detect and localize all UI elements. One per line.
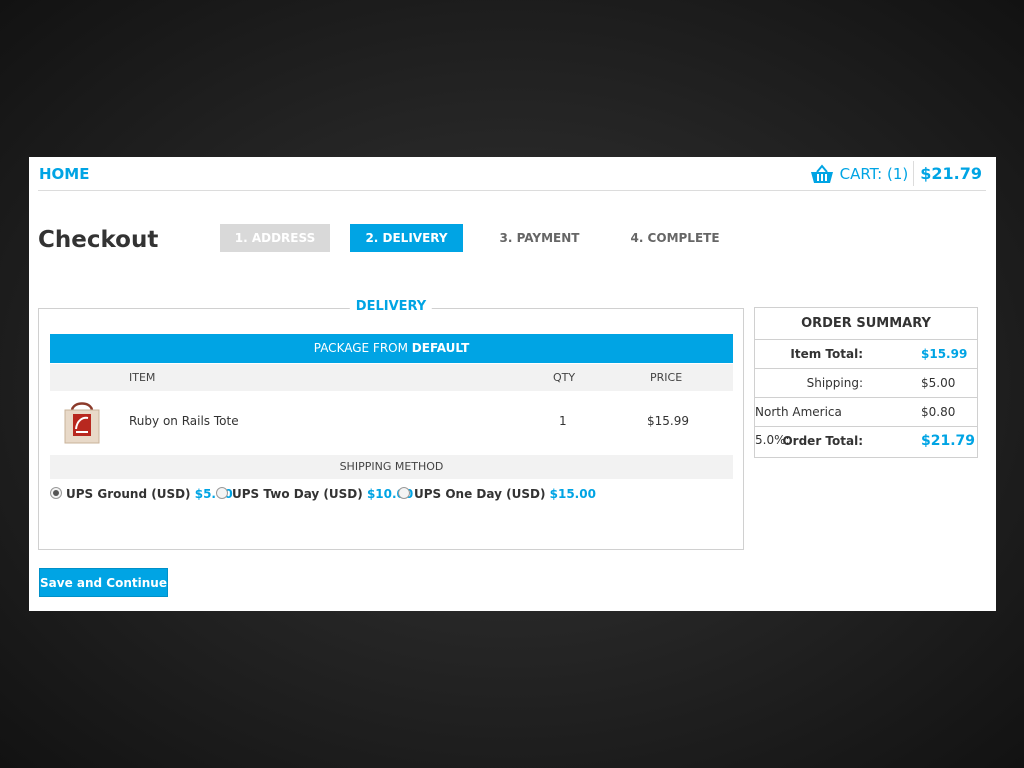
checkout-page: HOME CART: (1) $21.79 Checkout 1. ADDRES…: [29, 157, 996, 611]
cart-divider: [913, 161, 915, 186]
cart-summary-link[interactable]: CART: (1) $21.79: [810, 157, 986, 190]
column-qty: QTY: [553, 371, 576, 384]
column-item: ITEM: [129, 371, 156, 384]
shipping-method-header: SHIPPING METHOD: [50, 455, 733, 479]
item-qty: 1: [559, 414, 567, 428]
rails-tote-bag-icon: [60, 399, 104, 445]
item-name: Ruby on Rails Tote: [129, 414, 239, 428]
radio-ups-ground[interactable]: [50, 487, 62, 499]
table-row: Ruby on Rails Tote 1 $15.99: [50, 391, 733, 453]
step-complete: 4. COMPLETE: [630, 231, 720, 245]
shipping-option-price: $15.00: [549, 487, 596, 501]
step-payment: 3. PAYMENT: [499, 231, 580, 245]
package-prefix: PACKAGE FROM: [313, 341, 412, 355]
summary-value: $21.79: [921, 433, 976, 449]
step-delivery: 2. DELIVERY: [350, 224, 463, 252]
radio-ups-one-day[interactable]: [398, 487, 410, 499]
page-title: Checkout: [38, 227, 159, 253]
order-summary-title: ORDER SUMMARY: [755, 308, 977, 340]
basket-icon: [810, 163, 834, 184]
summary-row-order-total: Order Total: $21.79: [755, 427, 977, 455]
step-address[interactable]: 1. ADDRESS: [220, 224, 330, 252]
shipping-options: UPS Ground (USD) $5.00 UPS Two Day (USD)…: [50, 485, 733, 505]
summary-label: Item Total:: [790, 347, 863, 361]
save-and-continue-button[interactable]: Save and Continue: [39, 568, 168, 597]
summary-value: $15.99: [921, 347, 968, 361]
home-link[interactable]: HOME: [39, 165, 89, 183]
summary-row-tax: North America 5.0%: $0.80: [755, 398, 977, 447]
summary-value: $5.00: [921, 376, 956, 390]
shipping-option-ups-one-day[interactable]: UPS One Day (USD) $15.00: [398, 487, 596, 501]
shipping-option-label: UPS One Day (USD): [414, 487, 546, 501]
column-price: PRICE: [650, 371, 683, 384]
summary-row-item-total: Item Total: $15.99: [755, 340, 977, 369]
cart-total-amount[interactable]: $21.79: [920, 164, 986, 183]
summary-row-shipping: Shipping: $5.00: [755, 369, 977, 398]
top-navigation-bar: HOME CART: (1) $21.79: [38, 157, 986, 191]
items-table-header: ITEM QTY PRICE: [50, 364, 733, 391]
delivery-legend: DELIVERY: [349, 299, 433, 314]
order-summary: ORDER SUMMARY Item Total: $15.99 Shippin…: [754, 307, 978, 458]
shipping-option-label: UPS Ground (USD): [66, 487, 191, 501]
item-price: $15.99: [647, 414, 689, 428]
summary-value: $0.80: [921, 405, 956, 419]
radio-ups-two-day[interactable]: [216, 487, 228, 499]
shipping-option-label: UPS Two Day (USD): [232, 487, 363, 501]
summary-label: Order Total:: [782, 434, 863, 448]
summary-label: Shipping:: [806, 376, 863, 390]
package-header: PACKAGE FROM DEFAULT: [50, 334, 733, 363]
shipping-option-ups-ground[interactable]: UPS Ground (USD) $5.00: [50, 487, 233, 501]
package-name: DEFAULT: [411, 341, 470, 355]
shipping-option-ups-two-day[interactable]: UPS Two Day (USD) $10.00: [216, 487, 413, 501]
delivery-fieldset: DELIVERY PACKAGE FROM DEFAULT ITEM QTY P…: [38, 299, 744, 550]
cart-count-label[interactable]: CART: (1): [840, 165, 914, 183]
